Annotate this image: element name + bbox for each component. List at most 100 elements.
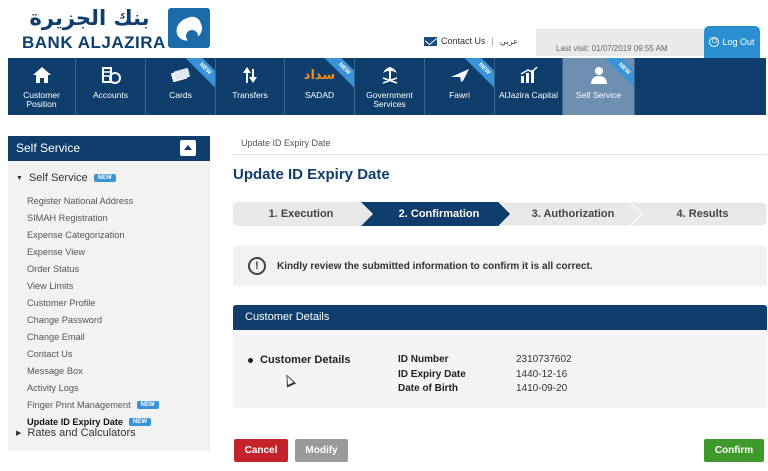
step-execution: 1. Execution (268, 208, 334, 220)
field-label-id-expiry-date: ID Expiry Date (398, 369, 466, 380)
sidebar-item-view-limits[interactable]: View Limits (27, 277, 159, 294)
sidebar-section-rates-and-calculators[interactable]: ▶ Rates and Calculators (16, 427, 136, 439)
step-results: 4. Results (676, 208, 729, 220)
nav-label: Transfers (232, 90, 268, 100)
sidebar-item-finger-print-management[interactable]: Finger Print Management NEW (27, 396, 159, 413)
sidebar-item-label: Expense View (27, 246, 86, 257)
customer-details-label: Customer Details (248, 354, 350, 366)
step-authorization: 3. Authorization (531, 208, 615, 220)
nav-label: SADAD (304, 90, 335, 100)
sidebar-section-self-service[interactable]: ▼ Self Service NEW (16, 172, 116, 184)
nav-sadad[interactable]: سداد SADAD NEW (285, 58, 355, 115)
nav-cards[interactable]: Cards NEW (146, 58, 216, 115)
bank-logo-icon (168, 8, 210, 48)
logout-button[interactable]: ⏻ Log Out (704, 26, 760, 58)
field-label-date-of-birth: Date of Birth (398, 383, 458, 394)
progress-steps: 1. Execution 2. Confirmation 3. Authoriz… (233, 202, 767, 226)
sidebar-title: Self Service (16, 141, 81, 155)
sidebar-item-customer-profile[interactable]: Customer Profile (27, 294, 159, 311)
divider (232, 154, 766, 155)
contact-area: Contact Us | عربي (424, 36, 518, 46)
field-value-id-number: 2310737602 (516, 354, 572, 365)
new-badge: NEW (128, 417, 151, 426)
divider: | (491, 36, 494, 46)
mail-icon (424, 36, 437, 46)
collapse-up-icon[interactable] (180, 140, 196, 156)
house-icon (31, 65, 53, 85)
notice-text: Kindly review the submitted information … (277, 260, 593, 272)
header: بنك الجزيرة BANK ALJAZIRA Contact Us | ع… (0, 0, 768, 58)
coins-icon (100, 65, 122, 85)
nav-label: Fawri (449, 90, 470, 100)
arabic-language-link[interactable]: عربي (500, 37, 518, 46)
transfer-arrows-icon (239, 65, 261, 85)
caret-right-icon: ▶ (16, 430, 22, 437)
bullet-icon (248, 357, 253, 363)
user-icon (588, 65, 610, 85)
sidebar-item-label: Message Box (27, 365, 83, 376)
breadcrumb: Update ID Expiry Date (241, 138, 331, 148)
modify-button[interactable]: Modify (295, 439, 348, 462)
sidebar-item-label: Activity Logs (27, 382, 79, 393)
sidebar-item-contact-us[interactable]: Contact Us (27, 345, 159, 362)
logout-label: Log Out (722, 37, 755, 47)
nav-self-service[interactable]: Self Service NEW (563, 58, 635, 115)
field-value-date-of-birth: 1410-09-20 (516, 383, 568, 394)
nav-accounts[interactable]: Accounts (76, 58, 146, 115)
last-visit-text: Last visit: 01/07/2019 09:55 AM (556, 44, 668, 53)
sidebar-item-label: SIMAH Registration (27, 212, 108, 223)
plane-icon (449, 65, 471, 85)
nav-label: Accounts (93, 90, 128, 100)
nav-label: AlJazira Capital (498, 90, 559, 100)
customer-details-text: Customer Details (260, 354, 351, 366)
cancel-button[interactable]: Cancel (234, 439, 288, 462)
sidebar-item-message-box[interactable]: Message Box (27, 362, 159, 379)
sidebar-item-label: Customer Profile (27, 297, 96, 308)
sidebar-section-label: Rates and Calculators (27, 427, 136, 439)
nav-customer-position[interactable]: Customer Position (8, 58, 76, 115)
sidebar-item-label: View Limits (27, 280, 74, 291)
sidebar-item-simah-registration[interactable]: SIMAH Registration (27, 209, 159, 226)
contact-us-link[interactable]: Contact Us (441, 36, 486, 46)
caret-down-icon: ▼ (16, 174, 23, 182)
sidebar-item-order-status[interactable]: Order Status (27, 260, 159, 277)
logo-english-text: BANK ALJAZIRA (22, 33, 166, 52)
power-icon: ⏻ (709, 37, 720, 47)
sidebar-item-label: Register National Address (27, 195, 134, 206)
sadad-logo-icon: سداد (300, 65, 340, 85)
sidebar-item-label: Change Email (27, 331, 85, 342)
sidebar-item-label: Finger Print Management (27, 399, 131, 410)
info-notice: ! Kindly review the submitted informatio… (233, 246, 767, 286)
sidebar-item-register-national-address[interactable]: Register National Address (27, 192, 159, 209)
nav-fawri[interactable]: Fawri NEW (425, 58, 495, 115)
sidebar-item-expense-view[interactable]: Expense View (27, 243, 159, 260)
bank-logo[interactable]: بنك الجزيرة BANK ALJAZIRA (22, 6, 212, 52)
confirm-button[interactable]: Confirm (704, 439, 764, 462)
nav-government-services[interactable]: Government Services (355, 58, 425, 115)
nav-transfers[interactable]: Transfers (216, 58, 285, 115)
customer-details-panel (233, 330, 767, 408)
sidebar-item-change-email[interactable]: Change Email (27, 328, 159, 345)
sidebar-item-expense-categorization[interactable]: Expense Categorization (27, 226, 159, 243)
nav-label: Government Services (366, 90, 413, 109)
exclamation-circle-icon: ! (248, 257, 266, 275)
nav-aljazira-capital[interactable]: AlJazira Capital (495, 58, 563, 115)
nav-label: Customer Position (23, 90, 60, 109)
sidebar-item-label: Order Status (27, 263, 80, 274)
sidebar-item-label: Change Password (27, 314, 103, 325)
sadad-wordmark: سداد (303, 67, 336, 83)
customer-details-panel-header: Customer Details (233, 305, 767, 330)
field-label-id-number: ID Number (398, 354, 449, 365)
palm-emblem-icon (379, 65, 401, 85)
step-confirmation: 2. Confirmation (398, 208, 480, 220)
new-badge: NEW (93, 174, 116, 182)
sidebar-item-label: Expense Categorization (27, 229, 125, 240)
sidebar-item-change-password[interactable]: Change Password (27, 311, 159, 328)
sidebar-item-activity-logs[interactable]: Activity Logs (27, 379, 159, 396)
nav-label: Self Service (575, 90, 622, 100)
new-badge: NEW (136, 400, 159, 409)
nav-label: Cards (169, 90, 192, 100)
sidebar-item-label: Contact Us (27, 348, 73, 359)
sidebar-header: Self Service (8, 136, 210, 161)
bar-chart-icon (518, 65, 540, 85)
